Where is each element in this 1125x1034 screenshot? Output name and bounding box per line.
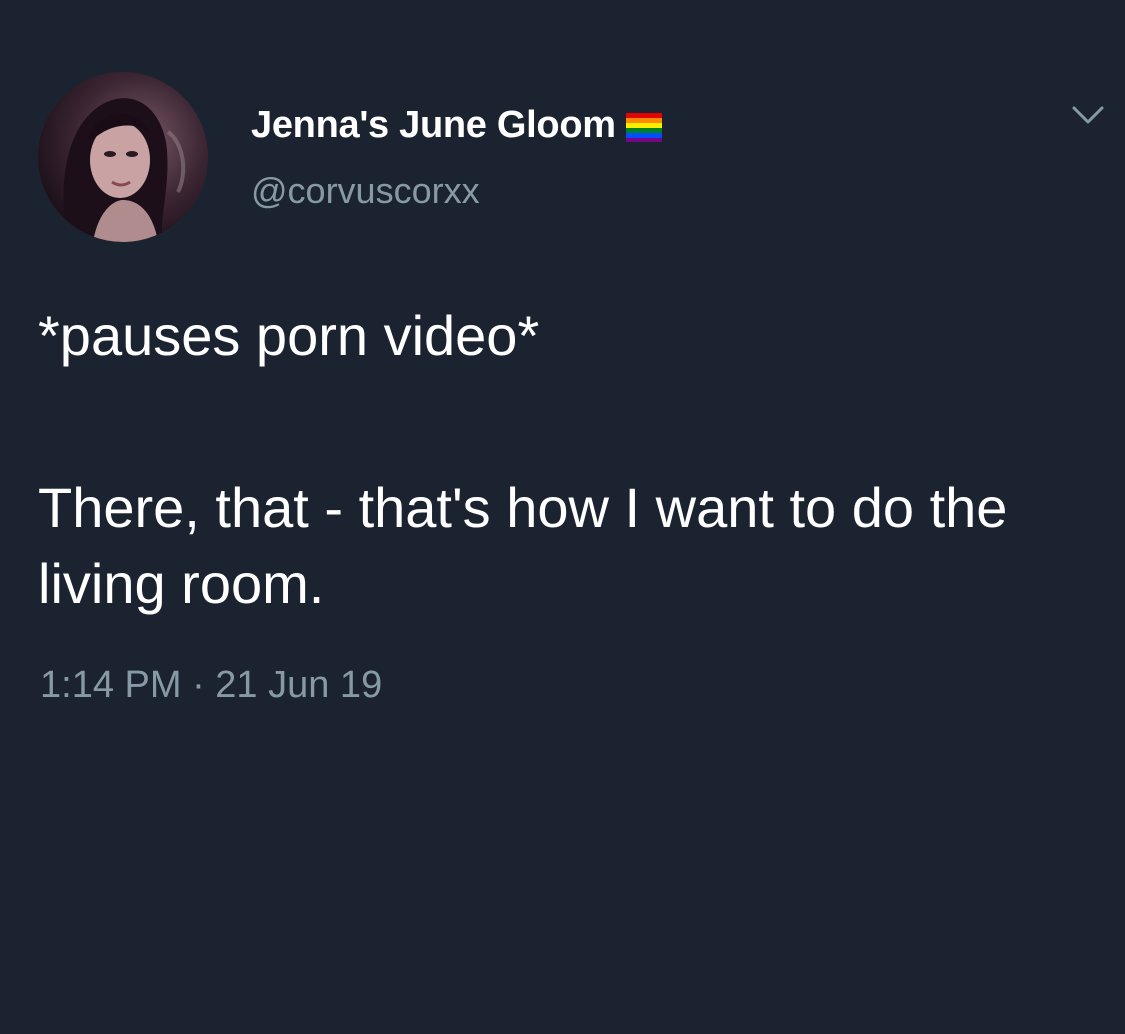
tweet-text-line-2: There, that - that's how I want to do th… (38, 476, 1008, 615)
chevron-down-icon[interactable] (1066, 100, 1110, 130)
avatar[interactable] (38, 72, 208, 242)
rainbow-flag-icon (624, 109, 664, 143)
tweet-text-line-1: *pauses porn video* (38, 304, 540, 367)
user-handle[interactable]: @corvuscorxx (251, 170, 480, 212)
tweet-card: Jenna's June Gloom @corvuscorxx *pauses … (0, 0, 1125, 1034)
tweet-timestamp[interactable]: 1:14 PM · 21 Jun 19 (40, 664, 382, 707)
display-name[interactable]: Jenna's June Gloom (251, 104, 616, 147)
profile-photo (38, 72, 208, 242)
user-name-row: Jenna's June Gloom (251, 104, 664, 147)
tweet-text: *pauses porn video* There, that - that's… (38, 298, 1098, 622)
